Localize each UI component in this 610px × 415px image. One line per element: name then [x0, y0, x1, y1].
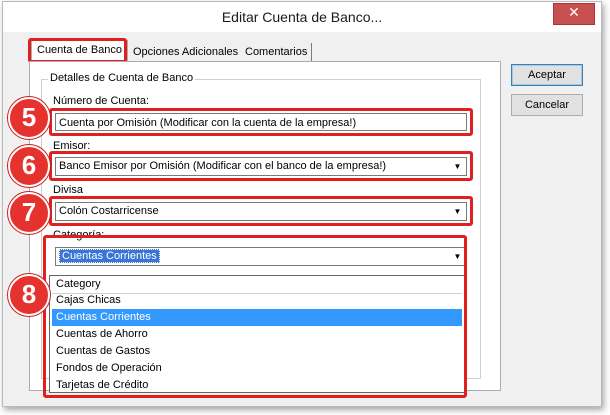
title-bar: Editar Cuenta de Banco... ✕	[3, 2, 601, 32]
window-title: Editar Cuenta de Banco...	[221, 9, 383, 25]
issuer-highlight-box	[49, 151, 473, 181]
tab-highlight-box	[28, 38, 127, 63]
account-number-highlight-box	[49, 108, 473, 136]
callout-badge-5: 5	[8, 97, 50, 139]
currency-label: Divisa	[53, 184, 83, 196]
accept-button[interactable]: Aceptar	[511, 64, 583, 86]
group-legend: Detalles de Cuenta de Banco	[48, 72, 196, 84]
account-number-label: Número de Cuenta:	[53, 95, 149, 107]
callout-badge-7: 7	[8, 192, 50, 234]
callout-badge-6: 6	[8, 145, 50, 187]
cancel-button[interactable]: Cancelar	[511, 94, 583, 116]
close-button[interactable]: ✕	[553, 3, 595, 25]
tab-opciones-adicionales[interactable]: Opciones Adicionales	[129, 43, 244, 61]
dialog-window: Editar Cuenta de Banco... ✕ Cuenta de Ba…	[2, 1, 602, 407]
tab-label: Opciones Adicionales	[133, 46, 239, 58]
currency-highlight-box	[49, 196, 473, 226]
tab-comentarios[interactable]: Comentarios	[241, 43, 313, 61]
category-highlight-box	[43, 235, 467, 398]
callout-badge-8: 8	[8, 274, 50, 316]
tab-label: Comentarios	[245, 46, 308, 58]
